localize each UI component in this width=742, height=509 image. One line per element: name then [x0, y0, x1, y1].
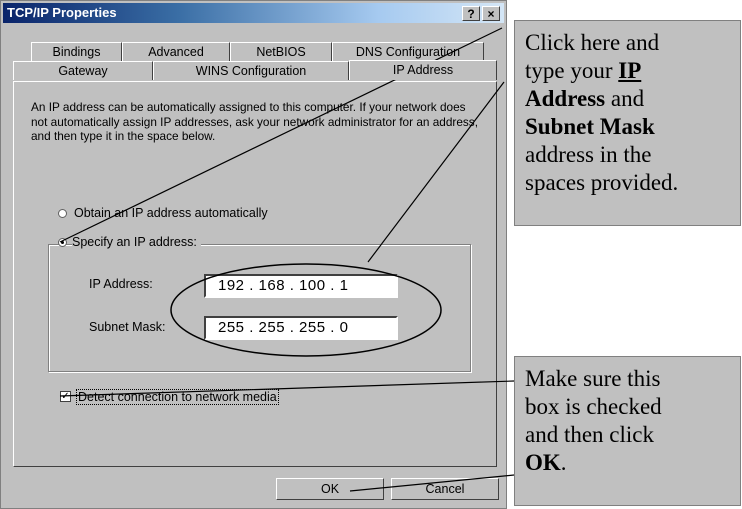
callout-ip-instructions: Click here and type your IP Address and … — [514, 20, 741, 226]
detect-media-label[interactable]: Detect connection to network media — [76, 389, 279, 405]
callout-top-line3: Address and — [525, 86, 645, 111]
specify-ip-radio[interactable] — [58, 238, 67, 247]
ip-address-input[interactable]: 192 . 168 . 100 . 1 — [204, 274, 398, 298]
ip-address-label: IP Address: — [89, 277, 153, 291]
callout-checkbox-instructions: Make sure this box is checked and then c… — [514, 356, 741, 506]
callout-bottom-line4: OK. — [525, 450, 567, 475]
title-bar[interactable]: TCP/IP Properties ? × — [3, 3, 504, 23]
close-button[interactable]: × — [482, 6, 500, 21]
callout-top-line1: Click here and — [525, 30, 660, 55]
tab-netbios[interactable]: NetBIOS — [230, 42, 332, 61]
tab-gateway[interactable]: Gateway — [13, 61, 153, 80]
tcpip-dialog: TCP/IP Properties ? × Bindings Advanced … — [0, 0, 507, 509]
tab-dns-configuration[interactable]: DNS Configuration — [332, 42, 484, 61]
ok-button[interactable]: OK — [276, 478, 384, 500]
callout-bottom-line2: box is checked — [525, 394, 662, 419]
close-icon: × — [487, 7, 495, 21]
callout-top-line4: Subnet Mask — [525, 114, 655, 139]
specify-ip-group — [48, 244, 471, 372]
detect-media-checkbox[interactable]: ✓ — [60, 391, 71, 402]
callout-bottom-line1: Make sure this — [525, 366, 661, 391]
description-text: An IP address can be automatically assig… — [31, 100, 478, 143]
tab-ip-address[interactable]: IP Address — [349, 60, 497, 80]
callout-top-line2: type your IP — [525, 58, 642, 83]
subnet-mask-label: Subnet Mask: — [89, 320, 166, 334]
window-title: TCP/IP Properties — [7, 5, 117, 20]
specify-ip-label[interactable]: Specify an IP address: — [72, 235, 201, 249]
obtain-auto-radio[interactable] — [58, 209, 67, 218]
obtain-auto-label[interactable]: Obtain an IP address automatically — [74, 206, 268, 220]
callout-bottom-line3: and then click — [525, 422, 655, 447]
tab-advanced[interactable]: Advanced — [122, 42, 230, 61]
tab-bindings[interactable]: Bindings — [31, 42, 122, 61]
help-button[interactable]: ? — [462, 6, 480, 21]
subnet-mask-input[interactable]: 255 . 255 . 255 . 0 — [204, 316, 398, 340]
tab-wins-configuration[interactable]: WINS Configuration — [153, 61, 349, 80]
cancel-button[interactable]: Cancel — [391, 478, 499, 500]
callout-top-line5: address in the — [525, 142, 652, 167]
callout-top-line6: spaces provided. — [525, 170, 679, 195]
